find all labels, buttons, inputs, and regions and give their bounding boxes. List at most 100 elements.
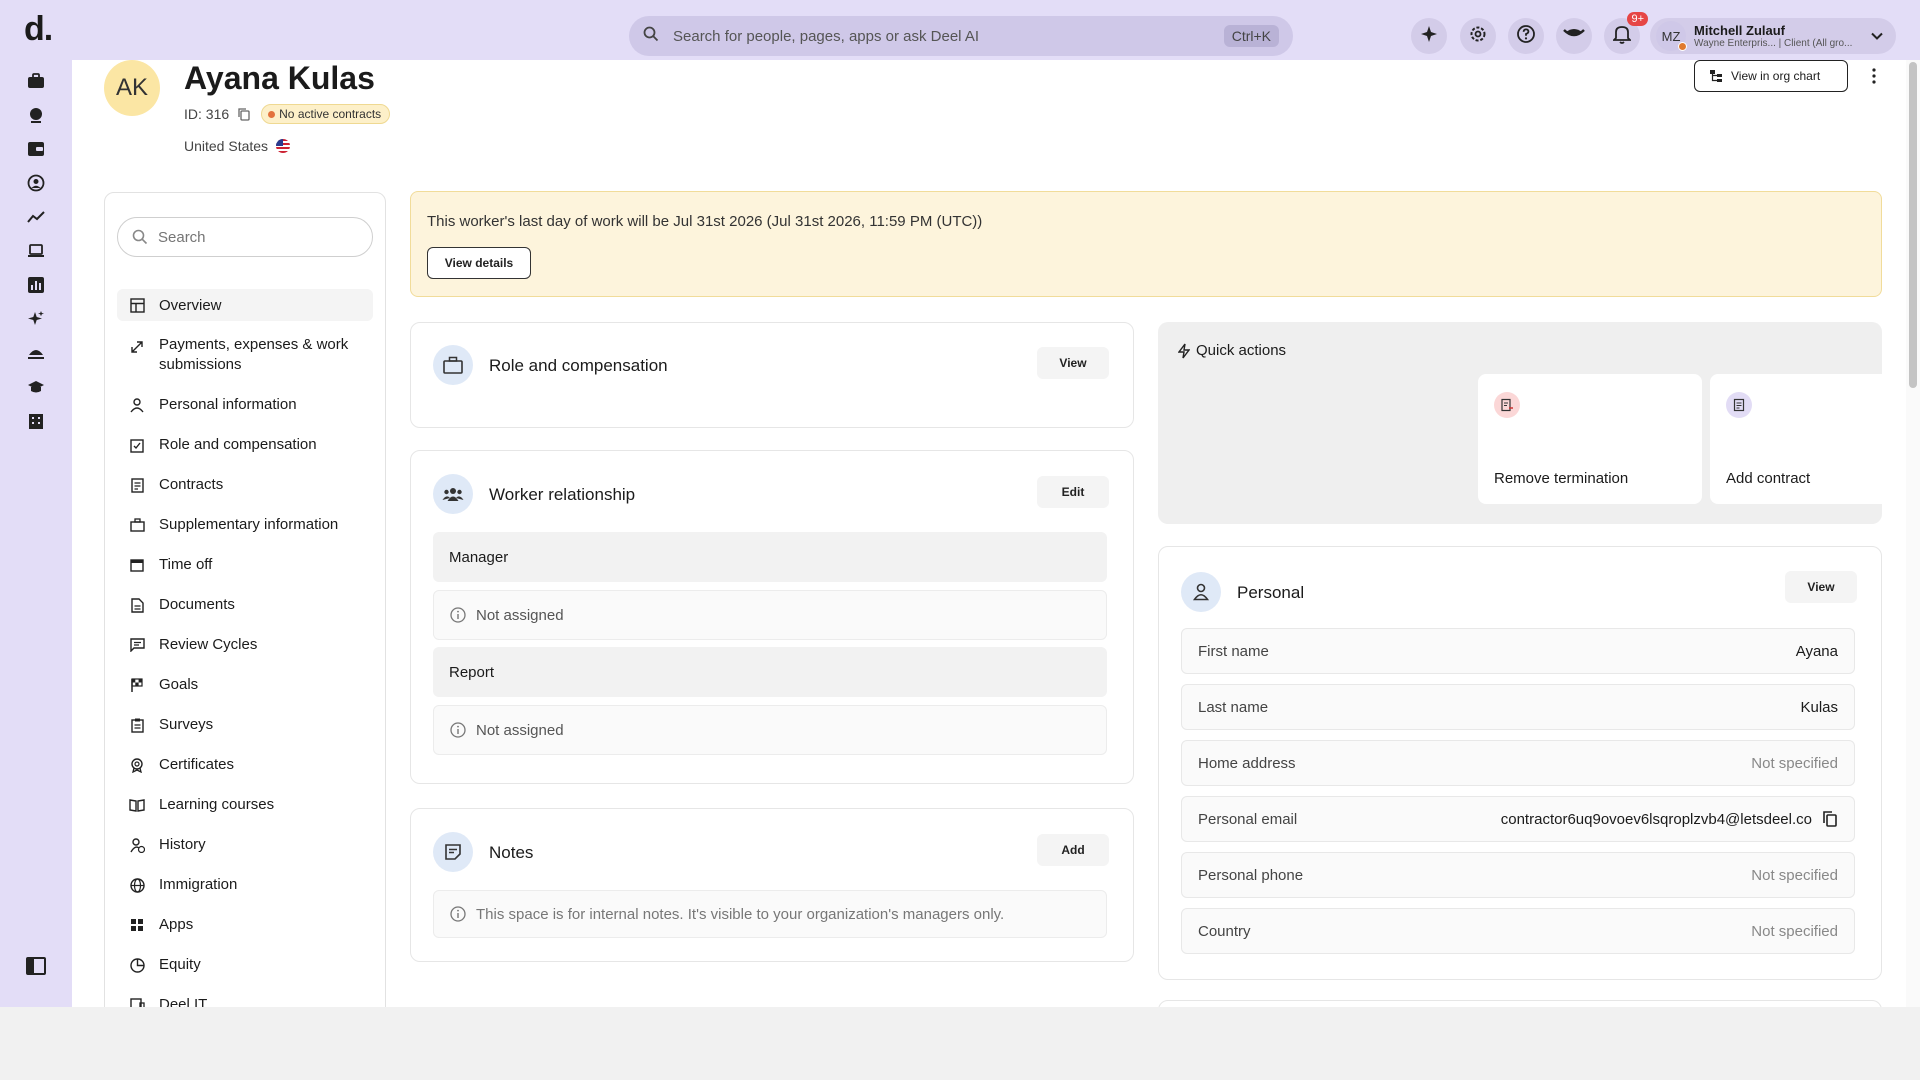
- report-value: Not assigned: [433, 705, 1107, 755]
- rail-globe-icon[interactable]: [26, 105, 46, 125]
- rail-graduation-icon[interactable]: [26, 377, 46, 397]
- more-options-icon[interactable]: [1864, 66, 1884, 86]
- rail-laptop-icon[interactable]: [26, 241, 46, 261]
- book-icon: [129, 797, 145, 813]
- layout-icon: [129, 298, 145, 314]
- next-card: [1158, 1000, 1882, 1007]
- survey-icon: [129, 717, 145, 733]
- account-menu[interactable]: MZ Mitchell Zulauf Wayne Enterpris... | …: [1650, 18, 1896, 54]
- nav-item-immigration[interactable]: Immigration: [117, 876, 373, 893]
- flag-icon: [129, 677, 145, 693]
- top-bar: d. Search for people, pages, apps or ask…: [0, 0, 1920, 60]
- nav-item-overview[interactable]: Overview: [117, 289, 373, 321]
- chevron-down-icon: [1870, 29, 1884, 43]
- nav-item-contracts[interactable]: Contracts: [117, 476, 373, 493]
- field-home-address: Home address Not specified: [1181, 740, 1855, 786]
- worker-name: Ayana Kulas: [184, 60, 375, 96]
- manager-value: Not assigned: [433, 590, 1107, 640]
- report-label: Report: [433, 647, 1107, 697]
- rail-trend-icon[interactable]: [26, 207, 46, 227]
- global-search-placeholder: Search for people, pages, apps or ask De…: [673, 27, 980, 45]
- rail-people-icon[interactable]: [26, 173, 46, 193]
- visibility-button[interactable]: [1556, 18, 1592, 54]
- notes-card: Notes Add This space is for internal not…: [410, 808, 1134, 962]
- contract-icon: [129, 477, 145, 493]
- global-search[interactable]: Search for people, pages, apps or ask De…: [629, 16, 1293, 56]
- nav-item-review-cycles[interactable]: Review Cycles: [117, 636, 373, 653]
- nav-item-history[interactable]: History: [117, 836, 373, 853]
- rail-beach-icon[interactable]: [26, 343, 46, 363]
- view-personal-button[interactable]: View: [1785, 571, 1857, 603]
- scrollbar-thumb[interactable]: [1909, 62, 1917, 388]
- rail-sparkle-icon[interactable]: [26, 309, 46, 329]
- profile-navigation: Overview Payments, expenses & work submi…: [104, 192, 386, 1007]
- nav-item-equity[interactable]: Equity: [117, 956, 373, 973]
- note-icon: [433, 832, 473, 872]
- nav-item-role-compensation[interactable]: Role and compensation: [117, 436, 373, 453]
- message-icon: [129, 637, 145, 653]
- settings-button[interactable]: [1460, 18, 1496, 54]
- page-scrollbar[interactable]: [1906, 60, 1920, 1007]
- nav-item-goals[interactable]: Goals: [117, 676, 373, 693]
- nav-item-personal-information[interactable]: Personal information: [117, 396, 373, 413]
- field-last-name: Last name Kulas: [1181, 684, 1855, 730]
- rail-wallet-icon[interactable]: [26, 139, 46, 159]
- worker-avatar: AK: [104, 60, 160, 116]
- main-content: AK Ayana Kulas ID: 316 No active contrac…: [72, 60, 1920, 1007]
- add-note-button[interactable]: Add: [1037, 834, 1109, 866]
- termination-banner: This worker's last day of work will be J…: [410, 191, 1882, 297]
- nav-item-surveys[interactable]: Surveys: [117, 716, 373, 733]
- deel-ai-button[interactable]: [1411, 18, 1447, 54]
- view-role-button[interactable]: View: [1037, 347, 1109, 379]
- card-title: Personal: [1237, 583, 1305, 602]
- deel-logo[interactable]: d.: [24, 12, 53, 46]
- rail-chart-icon[interactable]: [26, 275, 46, 295]
- notifications-button[interactable]: 9+: [1604, 12, 1648, 54]
- card-title: Notes: [489, 843, 534, 862]
- briefcase-icon: [129, 517, 145, 533]
- banner-text: This worker's last day of work will be J…: [427, 213, 983, 230]
- nav-item-time-off[interactable]: Time off: [117, 556, 373, 573]
- remove-termination-tile[interactable]: Remove termination: [1478, 374, 1702, 504]
- edit-relationship-button[interactable]: Edit: [1037, 476, 1109, 508]
- help-icon: [1516, 24, 1536, 49]
- worker-meta: ID: 316 No active contracts: [184, 104, 391, 124]
- nav-item-supplementary-information[interactable]: Supplementary information: [117, 516, 373, 533]
- field-personal-email: Personal email contractor6uq9ovoev6lsqro…: [1181, 796, 1855, 842]
- copy-email-icon[interactable]: [1822, 810, 1838, 828]
- copy-id-icon[interactable]: [237, 107, 251, 121]
- briefcase-icon: [433, 345, 473, 385]
- checklist-icon: [129, 437, 145, 453]
- view-details-button[interactable]: View details: [427, 247, 531, 279]
- nav-item-payments[interactable]: Payments, expenses & work submissions: [117, 335, 373, 375]
- nav-search[interactable]: [117, 217, 373, 257]
- nav-item-deel-it[interactable]: Deel IT: [117, 996, 373, 1007]
- document-icon: [129, 597, 145, 613]
- add-contract-tile[interactable]: Add contract: [1710, 374, 1920, 504]
- contract-status-badge: No active contracts: [261, 104, 391, 124]
- view-org-chart-button[interactable]: View in org chart: [1694, 60, 1848, 92]
- rail-briefcase-icon[interactable]: [26, 71, 46, 91]
- worker-country: United States: [184, 138, 291, 154]
- collapse-sidebar-icon[interactable]: [26, 956, 46, 976]
- card-title: Role and compensation: [489, 356, 668, 375]
- info-icon: [450, 906, 466, 922]
- help-button[interactable]: [1508, 18, 1544, 54]
- nav-search-input[interactable]: [158, 228, 358, 246]
- bell-icon: [1611, 24, 1633, 49]
- lightning-icon: [1178, 343, 1190, 359]
- card-title: Worker relationship: [489, 485, 636, 504]
- search-icon: [643, 26, 659, 47]
- apps-grid-icon: [129, 917, 145, 933]
- nav-item-apps[interactable]: Apps: [117, 916, 373, 933]
- nav-item-documents[interactable]: Documents: [117, 596, 373, 613]
- nav-item-certificates[interactable]: Certificates: [117, 756, 373, 773]
- account-subtitle: Wayne Enterpris... | Client (All gro...: [1694, 38, 1853, 49]
- account-name: Mitchell Zulauf: [1694, 23, 1785, 38]
- nav-item-learning-courses[interactable]: Learning courses: [117, 796, 373, 813]
- notifications-badge: 9+: [1627, 12, 1648, 26]
- worker-id: ID: 316: [184, 106, 230, 122]
- notes-hint: This space is for internal notes. It's v…: [433, 890, 1107, 938]
- search-shortcut: Ctrl+K: [1223, 25, 1279, 47]
- rail-building-icon[interactable]: [26, 411, 46, 431]
